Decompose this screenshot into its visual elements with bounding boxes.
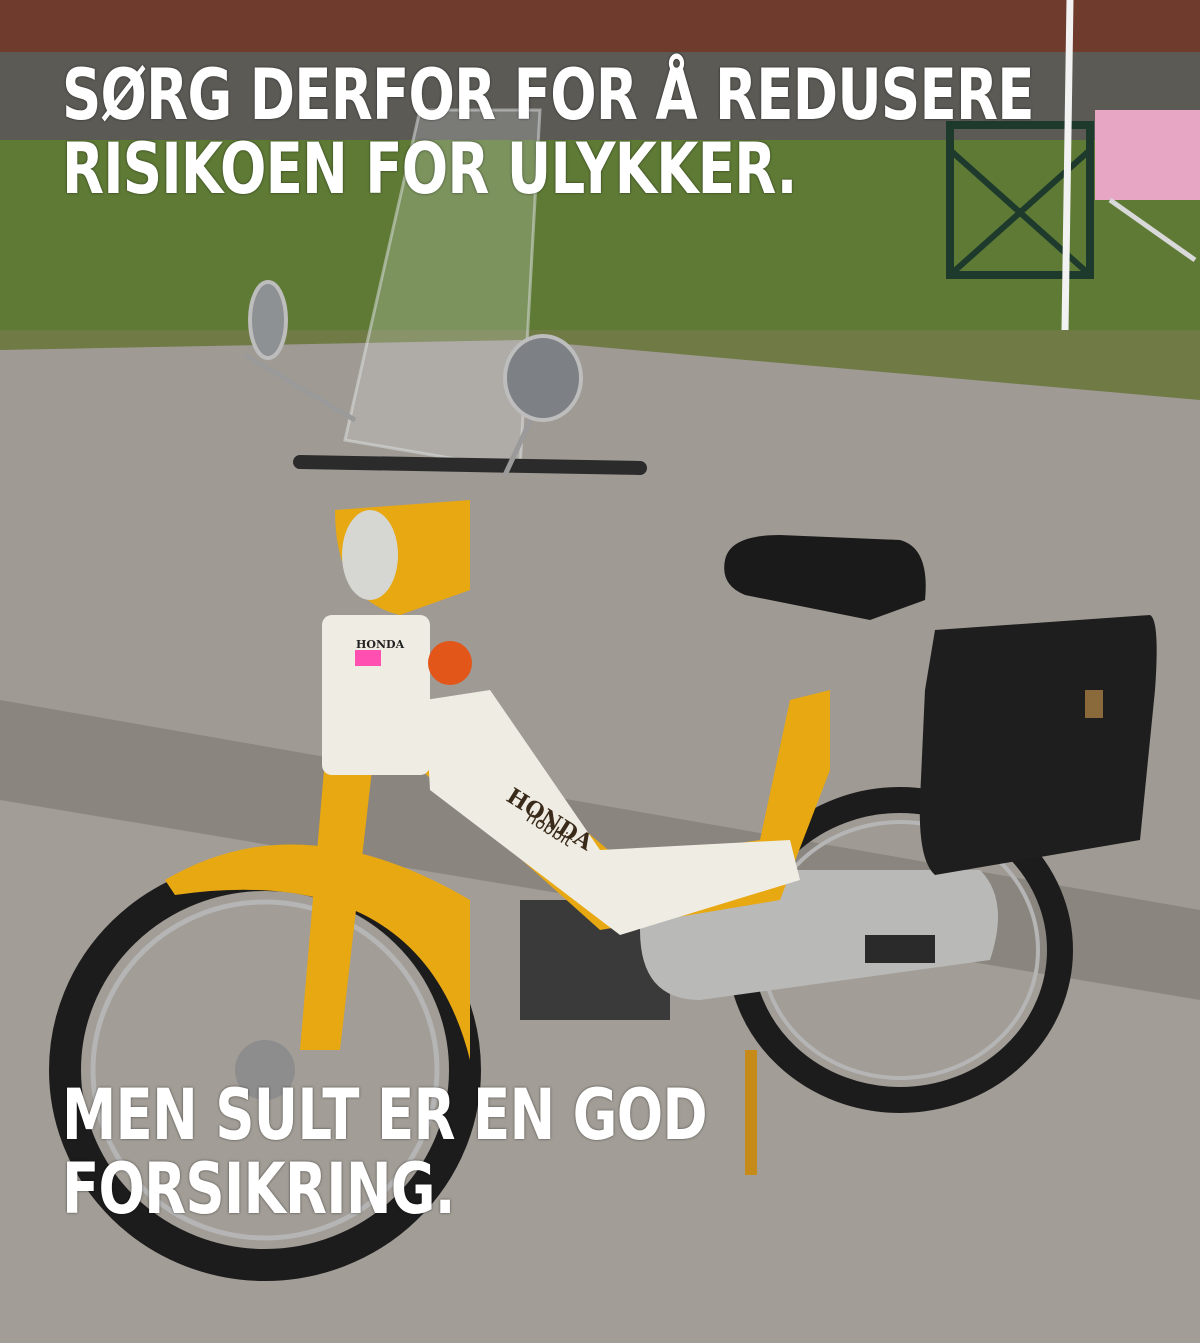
saddle-bag xyxy=(919,615,1157,875)
brick-wall xyxy=(0,0,1200,60)
pedal xyxy=(865,935,935,963)
meme-bottom-line-2: FORSIKRING. xyxy=(62,1148,456,1230)
meme-bottom-line-1: MEN SULT ER EN GOD xyxy=(62,1074,708,1156)
meme-top-line-1: SØRG DERFOR FOR Å REDUSERE xyxy=(62,54,1035,136)
turn-signal xyxy=(428,641,472,685)
kickstand xyxy=(745,1050,757,1175)
meme-top-line-2: RISIKOEN FOR ULYKKER. xyxy=(62,128,797,210)
price-sticker xyxy=(355,650,381,666)
meme-top-caption: SØRG DERFOR FOR Å REDUSERE RISIKOEN FOR … xyxy=(62,54,1035,210)
handlebar xyxy=(293,455,647,475)
meme-image: HONDA hobbit HONDA SØRG DERFOR FOR Å RED… xyxy=(0,0,1200,1343)
meme-bottom-caption: MEN SULT ER EN GOD FORSIKRING. xyxy=(62,1074,708,1230)
front-honda-badge: HONDA xyxy=(356,638,405,651)
tent-pole xyxy=(1061,0,1074,331)
